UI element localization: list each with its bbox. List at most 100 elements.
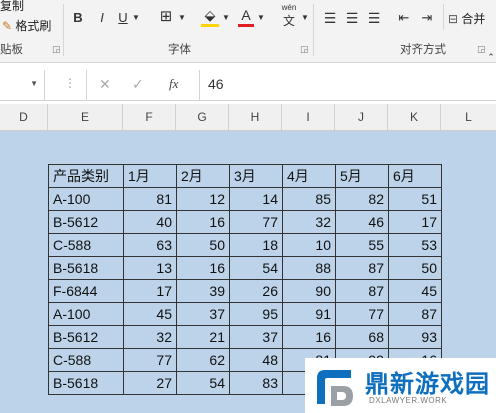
cell[interactable]: 17 [123, 279, 177, 303]
cell[interactable]: C-588 [48, 348, 124, 372]
cell[interactable]: A-100 [48, 187, 124, 211]
font-color-dropdown-icon[interactable]: ▼ [256, 9, 266, 27]
cell[interactable]: 85 [282, 187, 336, 211]
cell[interactable]: 32 [282, 210, 336, 234]
column-header-l[interactable]: L [441, 104, 496, 130]
fill-color-dropdown-icon[interactable]: ▼ [221, 9, 231, 27]
cell[interactable]: 77 [229, 210, 283, 234]
cell[interactable]: 93 [388, 325, 442, 349]
cell[interactable]: F-6844 [48, 279, 124, 303]
insert-function-icon[interactable]: fx [169, 76, 178, 92]
cell[interactable]: 46 [335, 210, 389, 234]
column-header-g[interactable]: G [176, 104, 229, 130]
cell[interactable]: 37 [176, 302, 230, 326]
cell[interactable]: B-5618 [48, 371, 124, 395]
cell[interactable]: 90 [282, 279, 336, 303]
cell[interactable]: 54 [229, 256, 283, 280]
enter-icon[interactable]: ✓ [132, 76, 144, 93]
underline-button[interactable]: U [116, 9, 130, 27]
font-dialog-launcher-icon[interactable]: ◲ [300, 44, 309, 55]
cell[interactable]: 27 [123, 371, 177, 395]
cell[interactable]: 10 [282, 233, 336, 257]
cell[interactable]: 16 [176, 210, 230, 234]
cell[interactable]: C-588 [48, 233, 124, 257]
cell[interactable]: 50 [388, 256, 442, 280]
cell[interactable]: 51 [388, 187, 442, 211]
cell[interactable]: 63 [123, 233, 177, 257]
merge-center-button[interactable]: ⊟ 合并 [448, 10, 485, 27]
cell[interactable]: 40 [123, 210, 177, 234]
cell[interactable]: 88 [282, 256, 336, 280]
cell[interactable]: 77 [123, 348, 177, 372]
cell[interactable]: 16 [176, 256, 230, 280]
column-header-k[interactable]: K [388, 104, 441, 130]
cell[interactable]: 12 [176, 187, 230, 211]
fill-color-icon[interactable]: ⬙ [200, 6, 220, 24]
alignment-dialog-launcher-icon[interactable]: ◲ [477, 44, 486, 55]
align-left-icon[interactable]: ☰ [322, 9, 338, 27]
cell[interactable]: 87 [335, 279, 389, 303]
cell[interactable]: 55 [335, 233, 389, 257]
cell[interactable]: 18 [229, 233, 283, 257]
cell[interactable]: 17 [388, 210, 442, 234]
cell[interactable]: A-100 [48, 302, 124, 326]
clipboard-dialog-launcher-icon[interactable]: ◲ [52, 44, 61, 55]
borders-dropdown-icon[interactable]: ▼ [177, 9, 187, 27]
cell[interactable]: 83 [229, 371, 283, 395]
borders-icon[interactable]: ⊞ [157, 8, 175, 26]
cell[interactable]: 54 [176, 371, 230, 395]
cell[interactable]: 45 [123, 302, 177, 326]
cell[interactable]: 26 [229, 279, 283, 303]
name-box[interactable]: ▼ [0, 70, 45, 100]
cell[interactable]: 14 [229, 187, 283, 211]
cell[interactable]: 37 [229, 325, 283, 349]
header-cell[interactable]: 4月 [282, 164, 336, 188]
phonetic-guide-button[interactable]: 文 [280, 12, 298, 30]
cell[interactable]: B-5618 [48, 256, 124, 280]
header-cell[interactable]: 5月 [335, 164, 389, 188]
cell[interactable]: 68 [335, 325, 389, 349]
phonetic-dropdown-icon[interactable]: ▼ [300, 9, 310, 27]
cell[interactable]: 53 [388, 233, 442, 257]
cell[interactable]: 48 [229, 348, 283, 372]
align-right-icon[interactable]: ☰ [366, 9, 382, 27]
copy-button[interactable]: 复制 [0, 0, 24, 14]
column-header-e[interactable]: E [48, 104, 123, 130]
cell[interactable]: 95 [229, 302, 283, 326]
column-header-f[interactable]: F [123, 104, 176, 130]
cell[interactable]: 62 [176, 348, 230, 372]
name-box-dropdown-icon[interactable]: ▼ [30, 79, 38, 88]
cell[interactable]: 77 [335, 302, 389, 326]
header-cell[interactable]: 产品类别 [48, 164, 124, 188]
cell[interactable]: 87 [335, 256, 389, 280]
header-cell[interactable]: 2月 [176, 164, 230, 188]
decrease-indent-icon[interactable]: ⇤ [395, 9, 413, 27]
cell[interactable]: 16 [282, 325, 336, 349]
bold-button[interactable]: B [70, 9, 86, 27]
cell[interactable]: 50 [176, 233, 230, 257]
cell[interactable]: 87 [388, 302, 442, 326]
column-header-d[interactable]: D [0, 104, 48, 130]
header-cell[interactable]: 1月 [123, 164, 177, 188]
cell[interactable]: 21 [176, 325, 230, 349]
format-painter-button[interactable]: ✎ 格式刷 [2, 17, 51, 34]
cell[interactable]: 39 [176, 279, 230, 303]
cell[interactable]: 82 [335, 187, 389, 211]
increase-indent-icon[interactable]: ⇥ [418, 9, 436, 27]
column-header-h[interactable]: H [229, 104, 282, 130]
column-header-i[interactable]: I [282, 104, 335, 130]
formula-input[interactable]: 46 [208, 76, 224, 92]
cell[interactable]: 13 [123, 256, 177, 280]
header-cell[interactable]: 6月 [388, 164, 442, 188]
italic-button[interactable]: I [95, 9, 109, 27]
font-color-button[interactable]: A [238, 6, 254, 24]
ribbon-expand-icon[interactable]: ⌃ [486, 48, 496, 66]
cell[interactable]: B-5612 [48, 325, 124, 349]
underline-dropdown-icon[interactable]: ▼ [131, 9, 141, 27]
header-cell[interactable]: 3月 [229, 164, 283, 188]
column-header-j[interactable]: J [335, 104, 388, 130]
cancel-icon[interactable]: ✕ [99, 76, 111, 93]
cell[interactable]: B-5612 [48, 210, 124, 234]
cell[interactable]: 45 [388, 279, 442, 303]
cell[interactable]: 91 [282, 302, 336, 326]
